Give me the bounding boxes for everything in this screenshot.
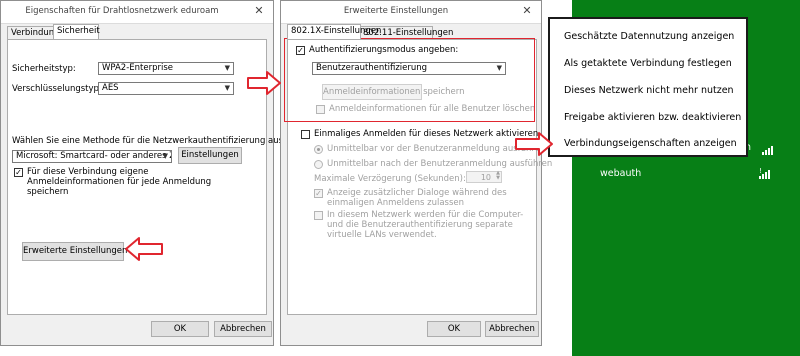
security-tab-panel: Sicherheitstyp: WPA2-Enterprise ▼ Versch… bbox=[7, 39, 286, 315]
advanced-settings-button[interactable]: Erweiterte Einstellungen bbox=[22, 242, 127, 261]
menu-item-toggle-sharing[interactable]: Freigabe aktivieren bzw. deaktivieren bbox=[564, 112, 741, 123]
remember-credentials-label: Für diese Verbindung eigene Anmeldeinfor… bbox=[27, 167, 212, 197]
max-delay-spinner[interactable]: 10 ▲ ▼ bbox=[466, 171, 502, 183]
menu-item-data-usage[interactable]: Geschätzte Datennutzung anzeigen bbox=[564, 31, 734, 42]
max-delay-value: 10 bbox=[480, 173, 491, 182]
annotation-arrow-right-2 bbox=[515, 132, 553, 156]
chevron-down-icon: ▼ bbox=[224, 64, 230, 72]
settings-button[interactable]: Einstellungen bbox=[178, 147, 242, 164]
highlight-frame bbox=[284, 38, 535, 122]
remember-credentials-checkbox[interactable]: ✓ bbox=[14, 168, 23, 177]
show-dialogs-checkbox[interactable]: ✓ bbox=[314, 189, 323, 198]
tab-8021x[interactable]: 802.1X-Einstellungen bbox=[287, 24, 381, 39]
close-icon[interactable]: ✕ bbox=[245, 1, 273, 21]
svg-text:!: ! bbox=[759, 167, 762, 175]
separate-vlans-label: In diesem Netzwerk werden für die Comput… bbox=[327, 210, 524, 240]
auth-method-select[interactable]: Microsoft: Smartcard- oder anderes Zerti… bbox=[12, 150, 172, 163]
sso-before-label: Unmittelbar vor der Benutzeranmeldung au… bbox=[327, 144, 546, 154]
max-delay-label: Maximale Verzögerung (Sekunden): bbox=[314, 174, 466, 184]
security-type-select[interactable]: WPA2-Enterprise ▼ bbox=[98, 62, 234, 75]
security-type-label: Sicherheitstyp: bbox=[12, 64, 76, 74]
chevron-down-icon: ▼ bbox=[224, 84, 230, 92]
encryption-type-select[interactable]: AES ▼ bbox=[98, 82, 234, 95]
chevron-down-icon: ▼ bbox=[162, 152, 168, 160]
annotation-arrow-right-1 bbox=[247, 71, 281, 95]
sso-after-label: Unmittelbar nach der Benutzeranmeldung a… bbox=[327, 159, 553, 169]
dialog-title: Eigenschaften für Drahtlosnetzwerk eduro… bbox=[25, 6, 219, 16]
menu-item-forget-network[interactable]: Dieses Netzwerk nicht mehr nutzen bbox=[564, 85, 734, 96]
separate-vlans-checkbox[interactable] bbox=[314, 211, 323, 220]
ok-button[interactable]: OK bbox=[427, 321, 481, 337]
ok-button[interactable]: OK bbox=[151, 321, 209, 337]
menu-item-metered-connection[interactable]: Als getaktete Verbindung festlegen bbox=[564, 58, 732, 69]
cancel-button[interactable]: Abbrechen bbox=[214, 321, 272, 337]
dialog-title: Erweiterte Einstellungen bbox=[343, 6, 449, 16]
network-webauth[interactable]: webauth bbox=[600, 168, 641, 179]
sso-after-radio[interactable] bbox=[314, 160, 323, 169]
auth-method-value: Microsoft: Smartcard- oder anderes Zerti… bbox=[16, 151, 171, 161]
wireless-properties-dialog: Eigenschaften für Drahtlosnetzwerk eduro… bbox=[0, 0, 286, 346]
encryption-type-label: Verschlüsselungstyp: bbox=[12, 84, 102, 94]
network-context-menu: Geschätzte Datennutzung anzeigen Als get… bbox=[548, 17, 748, 157]
title-bar: Erweiterte Einstellungen ✕ bbox=[281, 1, 541, 24]
sso-before-radio[interactable] bbox=[314, 145, 323, 154]
tab-sicherheit[interactable]: Sicherheit bbox=[53, 24, 100, 39]
spinner-arrows-icon: ▲ ▼ bbox=[496, 170, 500, 181]
annotation-arrow-left bbox=[125, 237, 163, 261]
menu-item-connection-properties[interactable]: Verbindungseigenschaften anzeigen bbox=[564, 138, 737, 149]
security-type-value: WPA2-Enterprise bbox=[102, 63, 174, 73]
encryption-type-value: AES bbox=[102, 83, 119, 93]
signal-open-network-icon: ! bbox=[759, 167, 770, 179]
title-bar: Eigenschaften für Drahtlosnetzwerk eduro… bbox=[1, 1, 273, 24]
signal-strength-icon bbox=[762, 146, 773, 155]
sso-label: Einmaliges Anmelden für dieses Netzwerk … bbox=[314, 129, 539, 139]
tab-verbindung[interactable]: Verbindung bbox=[7, 26, 60, 39]
show-dialogs-label: Anzeige zusätzlicher Dialoge während des… bbox=[327, 188, 507, 208]
auth-method-label: Wählen Sie eine Methode für die Netzwerk… bbox=[12, 136, 286, 146]
cancel-button[interactable]: Abbrechen bbox=[485, 321, 539, 337]
close-icon[interactable]: ✕ bbox=[513, 1, 541, 21]
sso-checkbox[interactable] bbox=[301, 130, 310, 139]
